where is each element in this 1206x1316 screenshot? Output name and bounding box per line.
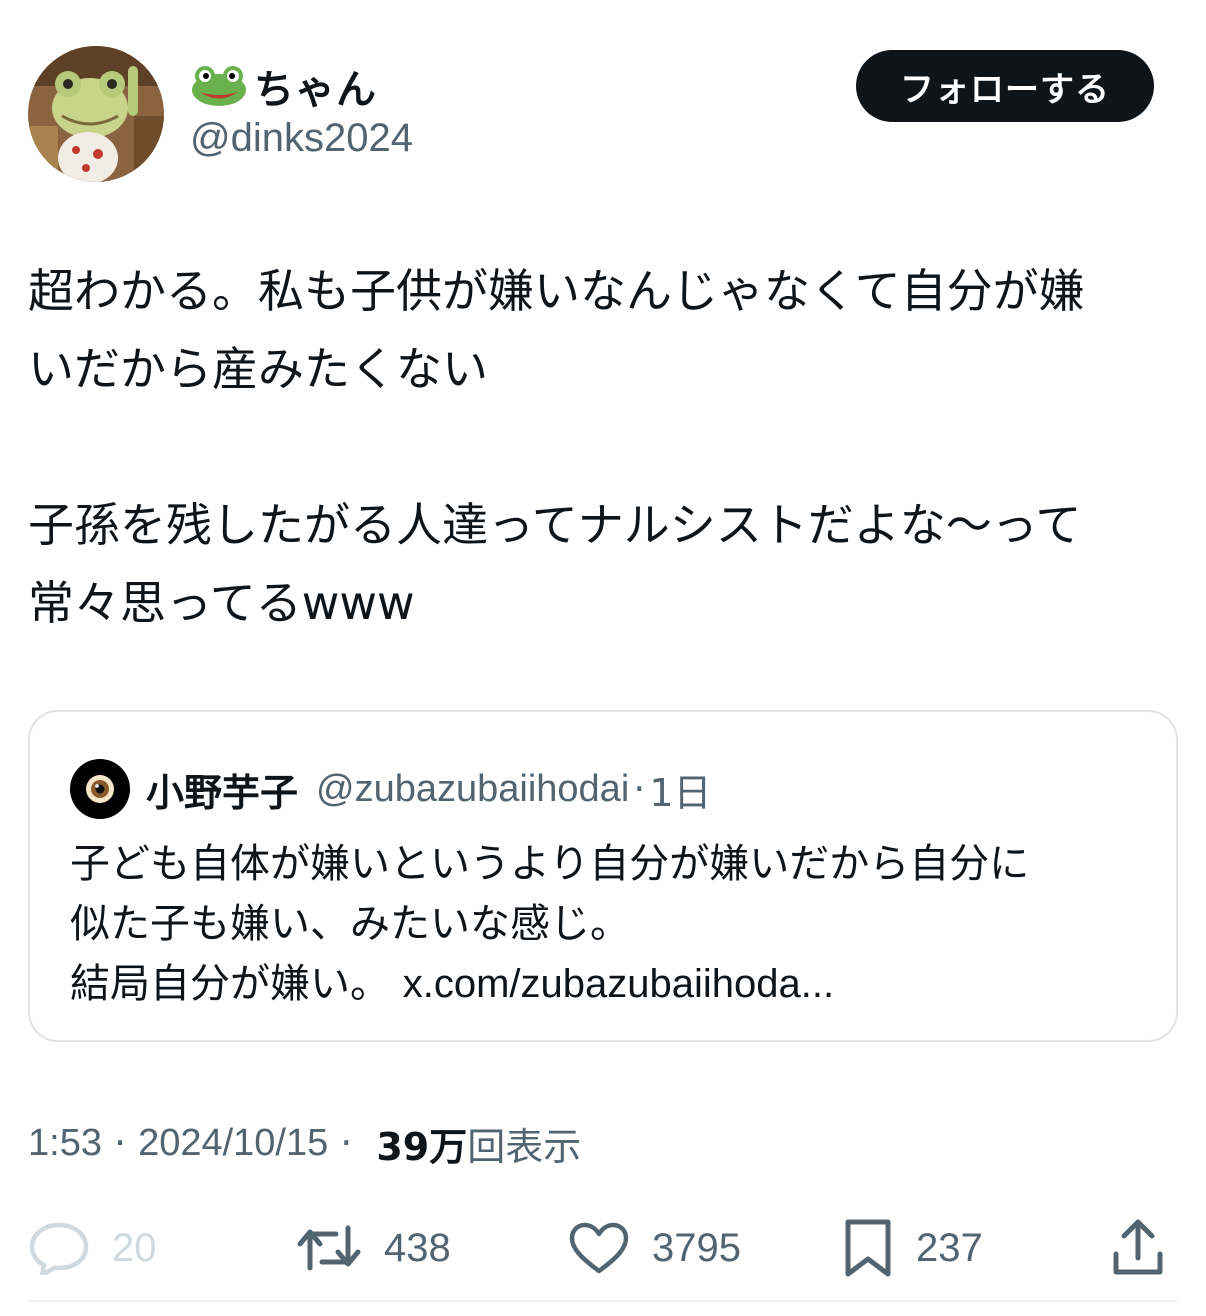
author-name-text: ちゃん bbox=[254, 67, 377, 113]
author-avatar[interactable] bbox=[28, 46, 164, 182]
meta-separator: · bbox=[340, 1121, 353, 1165]
meta-separator: · bbox=[113, 1121, 127, 1165]
like-count: 3795 bbox=[652, 1225, 741, 1270]
retweet-icon bbox=[297, 1225, 361, 1271]
author-handle[interactable]: @dinks2024 bbox=[190, 116, 413, 161]
quote-tweet-card[interactable]: 小野芋子 @zubazubaiihodai · 1日 子ども自体が嫌いというより… bbox=[28, 710, 1178, 1042]
bottom-divider bbox=[28, 1300, 1178, 1302]
tweet-time[interactable]: 1:53 bbox=[28, 1122, 102, 1165]
action-bar: 20 438 3795 237 bbox=[0, 1212, 1206, 1284]
retweet-button[interactable]: 438 bbox=[296, 1212, 451, 1284]
reply-count: 20 bbox=[112, 1225, 157, 1270]
quote-separator: · bbox=[633, 767, 646, 811]
quote-link[interactable]: x.com/zubazubaiihoda... bbox=[403, 962, 834, 1006]
quote-author-name: 小野芋子 bbox=[146, 770, 299, 815]
quote-text: 子ども自体が嫌いというより自分が嫌いだから自分に 似た子も嫌い、みたいな感じ。 … bbox=[70, 834, 1150, 1014]
heart-icon bbox=[569, 1222, 629, 1274]
like-button[interactable]: 3795 bbox=[568, 1212, 741, 1284]
follow-button[interactable]: フォローする bbox=[856, 50, 1154, 122]
quote-header: 小野芋子 @zubazubaiihodai · 1日 bbox=[70, 756, 712, 822]
retweet-count: 438 bbox=[384, 1225, 451, 1270]
views-count: 39万 bbox=[376, 1124, 468, 1169]
reply-icon bbox=[29, 1222, 89, 1275]
tweet-date[interactable]: 2024/10/15 bbox=[138, 1122, 328, 1165]
reply-button[interactable]: 20 bbox=[28, 1212, 157, 1284]
frog-figurine-avatar-image bbox=[28, 46, 164, 182]
views-label: 回表示 bbox=[467, 1124, 582, 1169]
bookmark-icon bbox=[845, 1219, 891, 1277]
share-button[interactable] bbox=[1110, 1212, 1166, 1284]
quote-timestamp: 1日 bbox=[649, 770, 712, 815]
share-icon bbox=[1113, 1219, 1163, 1275]
quote-author-avatar[interactable] bbox=[70, 759, 130, 819]
frog-face-emoji-icon bbox=[192, 66, 246, 106]
tweet-meta: 1:53 · 2024/10/15 · 39万 回表示 bbox=[28, 1116, 581, 1170]
eye-icon bbox=[86, 775, 114, 803]
bookmark-count: 237 bbox=[916, 1225, 983, 1270]
author-display-name[interactable]: ちゃん bbox=[190, 58, 377, 114]
quote-author-handle: @zubazubaiihodai bbox=[316, 767, 630, 810]
tweet-text: 超わかる。私も子供が嫌いなんじゃなくて自分が嫌 いだから産みたくない 子孫を残し… bbox=[28, 264, 1085, 630]
bookmark-button[interactable]: 237 bbox=[842, 1212, 983, 1284]
